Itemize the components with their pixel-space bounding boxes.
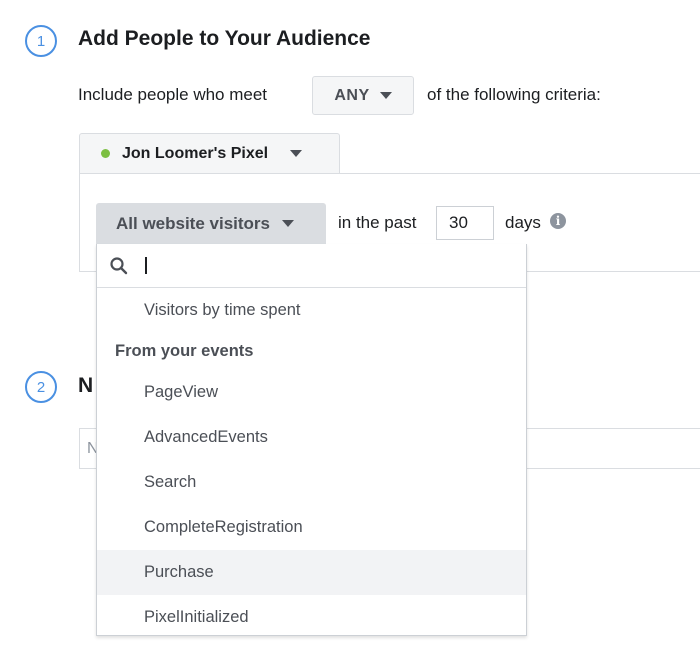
caret-down-icon [282,220,294,227]
menu-item-purchase[interactable]: Purchase [97,550,526,595]
days-input[interactable] [436,206,494,240]
menu-item-label: Search [144,473,197,491]
step-2-number-circle: 2 [25,371,57,403]
menu-item-visitors-by-time-spent[interactable]: Visitors by time spent [97,288,526,332]
step-2-number: 2 [36,378,46,396]
pixel-status-dot-icon [101,149,110,158]
text-cursor [145,257,147,274]
caret-down-icon [290,150,303,157]
visitor-type-dropdown[interactable]: All website visitors [96,203,326,244]
menu-item-label: PageView [144,383,219,401]
match-mode-value: ANY [334,86,370,104]
menu-item-label: AdvancedEvents [144,428,268,446]
menu-item-search[interactable]: Search [97,460,526,505]
visitor-type-menu: Visitors by time spent From your events … [96,244,527,636]
step-1-title: Add People to Your Audience [78,27,371,50]
menu-group-header: From your events [115,341,254,360]
menu-search-field[interactable] [97,244,526,288]
name-field-left-border [79,428,80,469]
pixel-selector-tab[interactable]: Jon Loomer's Pixel [79,133,340,173]
info-icon[interactable]: i [550,213,566,229]
menu-item-label: PixelInitialized [144,608,249,626]
step-2-title: N [78,374,94,397]
step-1-number-circle: 1 [25,25,57,57]
menu-item-label: Visitors by time spent [144,300,301,319]
menu-item-advancedevents[interactable]: AdvancedEvents [97,415,526,460]
caret-down-icon [379,92,392,99]
include-prefix-text: Include people who meet [78,85,268,104]
step-1-number: 1 [36,32,46,50]
days-label: days [505,213,541,232]
in-the-past-label: in the past [338,213,417,232]
visitor-type-value: All website visitors [116,213,270,233]
include-suffix-text: of the following criteria: [427,85,601,104]
menu-item-label: Purchase [144,563,214,581]
match-mode-dropdown[interactable]: ANY [312,76,414,115]
menu-item-pageview[interactable]: PageView [97,370,526,415]
search-icon [110,256,128,274]
menu-item-label: CompleteRegistration [144,518,303,536]
menu-item-completeregistration[interactable]: CompleteRegistration [97,505,526,550]
pixel-name: Jon Loomer's Pixel [122,144,269,162]
menu-item-pixelinitialized[interactable]: PixelInitialized [97,595,526,640]
